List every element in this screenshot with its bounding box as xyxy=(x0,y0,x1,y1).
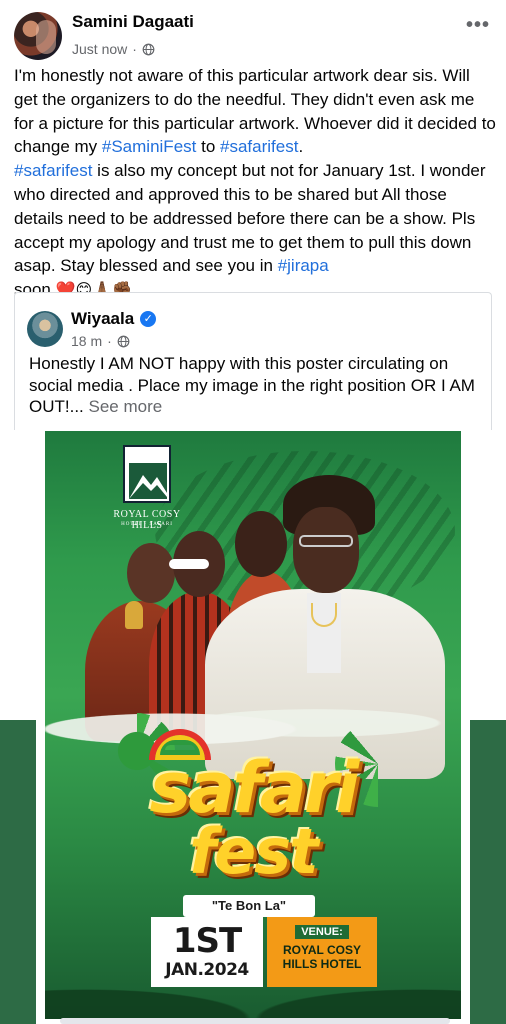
hashtag-link[interactable]: #jirapa xyxy=(278,256,329,275)
author-name[interactable]: Samini Dagaati xyxy=(72,12,194,32)
hotel-logo xyxy=(123,445,171,503)
venue-name: ROYAL COSY HILLS HOTEL xyxy=(282,943,362,971)
post-header: Samini Dagaati Just now · ••• xyxy=(0,0,506,64)
microphone-icon xyxy=(125,601,143,629)
post-text: I'm honestly not aware of this particula… xyxy=(14,64,498,303)
shared-author: Wiyaala ✓ xyxy=(71,309,157,329)
shared-post-time[interactable]: 18 m xyxy=(71,333,102,349)
hashtag-link[interactable]: #safarifest xyxy=(220,137,298,156)
meta-separator: · xyxy=(107,333,112,349)
background-panel-right xyxy=(470,720,506,1024)
shared-author-avatar[interactable] xyxy=(27,311,63,347)
post-text-part: to xyxy=(196,137,220,157)
shared-post-text: Honestly I AM NOT happy with this poster… xyxy=(29,353,484,418)
background-panel-left xyxy=(0,720,36,1024)
eyeglasses-icon xyxy=(299,535,353,547)
hotel-logo-subtitle: HOTEL · SAFARI xyxy=(121,522,173,527)
post-text-part: . xyxy=(298,137,304,157)
shared-post-meta: 18 m · xyxy=(71,333,130,349)
poster-tagline: "Te Bon La" xyxy=(183,895,315,917)
shared-author-name[interactable]: Wiyaala xyxy=(71,309,134,329)
hashtag-link[interactable]: #SaminiFest xyxy=(102,137,196,156)
performer-1-head xyxy=(127,543,175,603)
post-time[interactable]: Just now xyxy=(72,41,127,57)
more-options-icon[interactable]: ••• xyxy=(466,14,490,37)
performer-4-head xyxy=(293,507,359,593)
see-more-link[interactable]: See more xyxy=(89,397,163,416)
hotel-logo-name: ROYAL COSY HILLS xyxy=(113,509,181,531)
poster-title-fest: fest xyxy=(189,815,319,888)
sunglasses-icon xyxy=(169,559,209,569)
poster-date-day: 1ST xyxy=(172,921,242,961)
post-meta: Just now · xyxy=(72,41,155,57)
bottom-divider xyxy=(60,1018,450,1024)
mountain-logo-icon xyxy=(129,463,167,499)
shared-post-card[interactable]: Wiyaala ✓ 18 m · Honestly I AM NOT happy… xyxy=(14,292,492,442)
globe-icon xyxy=(117,335,130,347)
hashtag-link[interactable]: #safarifest xyxy=(14,161,92,180)
performer-3-head xyxy=(235,511,287,577)
meta-separator: · xyxy=(132,41,137,57)
poster-image-area[interactable]: ROYAL COSY HILLS HOTEL · SAFARI safari f… xyxy=(0,430,506,1024)
globe-icon xyxy=(142,43,155,55)
author-avatar[interactable] xyxy=(14,12,62,60)
event-poster[interactable]: ROYAL COSY HILLS HOTEL · SAFARI safari f… xyxy=(45,431,461,1019)
poster-date-month-year: JAN.2024 xyxy=(165,960,249,980)
venue-label: VENUE: xyxy=(295,925,349,939)
verified-badge-icon: ✓ xyxy=(140,311,157,327)
poster-venue-box: VENUE: ROYAL COSY HILLS HOTEL xyxy=(267,917,377,987)
poster-date-box: 1ST JAN.2024 xyxy=(151,917,263,987)
